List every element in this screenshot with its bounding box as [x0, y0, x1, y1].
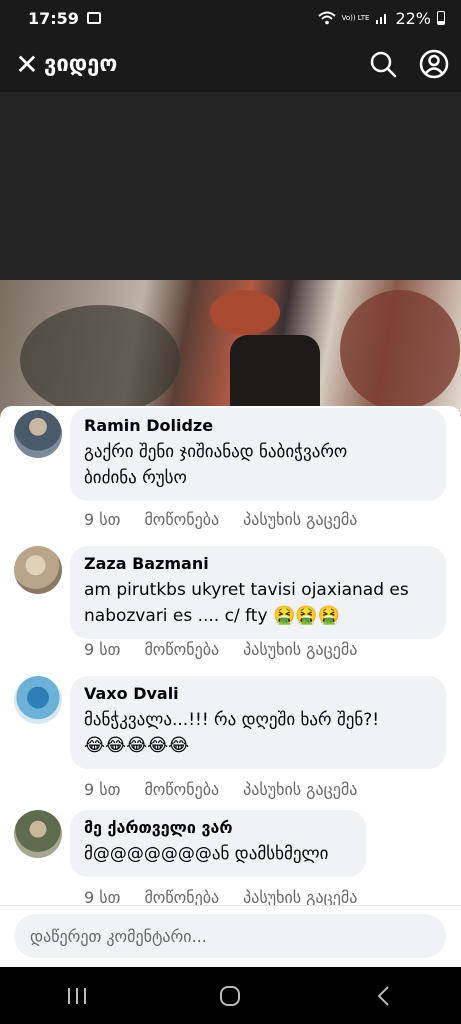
status-bar: 17:59 Vo)) LTE 22% [0, 0, 461, 36]
emoji-vomit: 🤮🤮🤮 [272, 605, 341, 626]
comment-text: მ@@@@@@@ან დამსხმელი [84, 844, 329, 864]
comment-actions: 9 სთ მოწონება პასუხის გაცემა [84, 510, 357, 529]
back-icon [377, 985, 389, 1006]
reply-button[interactable]: პასუხის გაცემა [243, 510, 357, 529]
comment-bubble: Ramin Dolidze გაქრი შენი ჯიშიანად ნაბიჭვ… [70, 408, 446, 501]
battery-icon [437, 11, 445, 25]
back-button[interactable] [354, 976, 414, 1016]
like-button[interactable]: მოწონება [144, 510, 219, 529]
emoji-laughing: 😂😂😂😂😂 [84, 735, 190, 756]
comment-text: მანჭკვალა...!!! რა დღეში ხარ შენ?! 😂😂😂😂😂 [84, 707, 432, 759]
like-button[interactable]: მოწონება [144, 780, 219, 799]
status-time: 17:59 [28, 8, 79, 28]
comment-input[interactable]: დაწერეთ კომენტარი... [14, 914, 446, 958]
close-icon[interactable]: ✕ [12, 48, 42, 81]
comment-bubble: Zaza Bazmani am pirutkbs ukyret tavisi o… [70, 546, 446, 639]
avatar[interactable] [14, 546, 62, 594]
app-header: ✕ ვიდეო [0, 36, 461, 92]
comment-text: am pirutkbs ukyret tavisi ojaxianad es n… [84, 577, 432, 629]
wifi-icon [317, 11, 336, 25]
comment-composer: დაწერეთ კომენტარი... [0, 905, 461, 967]
header-actions [369, 49, 449, 79]
page-title: ვიდეო [44, 51, 118, 77]
comment-author[interactable]: Vaxo Dvali [84, 684, 432, 703]
signal-icon [376, 14, 387, 24]
comment-actions: 9 სთ მოწონება პასუხის გაცემა [84, 780, 357, 799]
home-icon [220, 985, 241, 1006]
recent-apps-button[interactable] [47, 976, 107, 1016]
search-icon[interactable] [369, 50, 397, 78]
avatar[interactable] [14, 410, 62, 458]
comment-time: 9 სთ [84, 510, 121, 529]
avatar[interactable] [14, 810, 62, 858]
recent-apps-icon [67, 987, 86, 1004]
status-right: Vo)) LTE 22% [317, 8, 445, 28]
comment-author[interactable]: მე ქართველი ვარ [84, 818, 352, 837]
comment-time: 9 სთ [84, 640, 121, 659]
comment-author[interactable]: Ramin Dolidze [84, 416, 432, 435]
reply-button[interactable]: პასუხის გაცემა [243, 780, 357, 799]
comment-text: გაქრი შენი ჯიშიანად ნაბიჭვარო ბიძინა რუს… [84, 442, 348, 488]
navigation-bar [0, 967, 461, 1024]
comment-author[interactable]: Zaza Bazmani [84, 554, 432, 573]
comment-bubble: Vaxo Dvali მანჭკვალა...!!! რა დღეში ხარ … [70, 676, 446, 769]
reply-button[interactable]: პასუხის გაცემა [243, 640, 357, 659]
like-button[interactable]: მოწონება [144, 640, 219, 659]
lte-label: Vo)) LTE [341, 13, 370, 22]
comment-text-body: am pirutkbs ukyret tavisi ojaxianad es n… [84, 580, 409, 626]
comment-text-body: მანჭკვალა...!!! რა დღეში ხარ შენ?! [84, 710, 380, 730]
comments-sheet: Ramin Dolidze გაქრი შენი ჯიშიანად ნაბიჭვ… [0, 406, 461, 966]
video-frame[interactable] [0, 280, 461, 415]
comment-actions: 9 სთ მოწონება პასუხის გაცემა [84, 640, 357, 659]
avatar[interactable] [14, 676, 62, 724]
profile-icon[interactable] [419, 49, 449, 79]
comment-time: 9 სთ [84, 780, 121, 799]
gallery-notification-icon [86, 12, 101, 24]
video-player[interactable] [0, 92, 461, 280]
battery-percent: 22% [395, 8, 431, 28]
home-button[interactable] [200, 976, 260, 1016]
comment-bubble: მე ქართველი ვარ მ@@@@@@@ან დამსხმელი [70, 810, 366, 877]
